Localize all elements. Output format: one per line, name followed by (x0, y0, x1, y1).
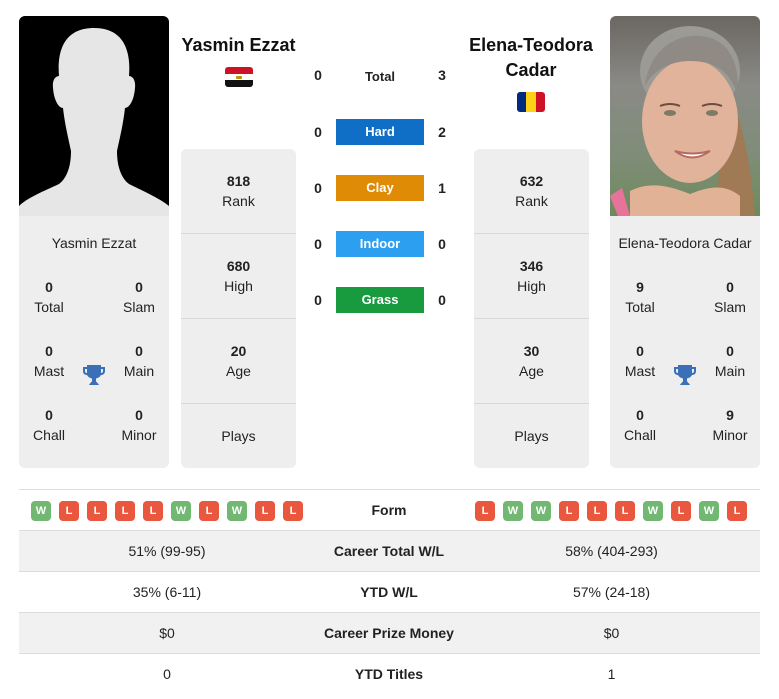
player1-card-name: Yasmin Ezzat (51, 235, 137, 251)
player1-value: 51% (99-95) (128, 543, 206, 559)
player1-high: 680 High (181, 234, 296, 319)
silhouette-icon (19, 28, 169, 216)
surface-grass-badge[interactable]: Grass (336, 287, 424, 313)
player1-stats: 818 Rank 680 High 20 Age Plays (181, 149, 296, 468)
h2h-indoor-row: 0 Indoor 0 (306, 231, 456, 257)
form-loss-badge[interactable]: L (143, 501, 163, 521)
table-row: $0 Career Prize Money $0 (19, 612, 760, 653)
form-loss-badge[interactable]: L (587, 501, 607, 521)
player2-value: 58% (404-293) (565, 543, 658, 559)
player1-value: 35% (6-11) (132, 584, 202, 600)
form-loss-badge[interactable]: L (727, 501, 747, 521)
player2-value: 57% (24-18) (572, 584, 651, 600)
row-label: YTD Titles (354, 666, 424, 682)
table-row: 51% (99-95) Career Total W/L 58% (404-29… (19, 530, 760, 571)
player2-titles-main: 0 Main (714, 343, 746, 379)
player1-titles: 0 Total 0 Slam 0 Mast 0 Main 0 Chall 0 M… (19, 251, 169, 451)
player2-rank: 632 Rank (474, 149, 589, 234)
form-win-badge[interactable]: W (699, 501, 719, 521)
table-row: 35% (6-11) YTD W/L 57% (24-18) (19, 571, 760, 612)
form-win-badge[interactable]: W (643, 501, 663, 521)
player1-titles-slam: 0 Slam (123, 279, 155, 315)
player2-titles-chall: 0 Chall (624, 407, 656, 443)
surface-indoor-badge[interactable]: Indoor (336, 231, 424, 257)
form-loss-badge[interactable]: L (283, 501, 303, 521)
table-row: 0 YTD Titles 1 (19, 653, 760, 694)
player2-titles-minor: 9 Minor (712, 407, 748, 443)
player2-name[interactable]: Elena-Teodora Cadar (462, 33, 600, 83)
player2-age: 30 Age (474, 319, 589, 404)
romania-flag-icon (517, 92, 545, 112)
player2-titles-mast: 0 Mast (624, 343, 656, 379)
trophy-icon (674, 365, 696, 385)
form-row: WLLLLWLWLL Form LWWLLLWLWL (19, 489, 760, 530)
form-win-badge[interactable]: W (531, 501, 551, 521)
form-loss-badge[interactable]: L (255, 501, 275, 521)
form-loss-badge[interactable]: L (615, 501, 635, 521)
form-loss-badge[interactable]: L (671, 501, 691, 521)
player2-form: LWWLLLWLWL (475, 501, 747, 521)
player1-rank: 818 Rank (181, 149, 296, 234)
player1-name[interactable]: Yasmin Ezzat (170, 33, 307, 58)
player1-card: Yasmin Ezzat 0 Total 0 Slam 0 Mast 0 Mai… (19, 16, 169, 468)
row-label: YTD W/L (360, 584, 418, 600)
form-loss-badge[interactable]: L (559, 501, 579, 521)
player2-photo (610, 16, 760, 216)
form-label: Form (371, 502, 407, 518)
h2h-grass-row: 0 Grass 0 (306, 287, 456, 313)
player1-value: $0 (159, 625, 175, 641)
surface-total-label: Total (364, 69, 396, 84)
surface-clay-badge[interactable]: Clay (336, 175, 424, 201)
form-loss-badge[interactable]: L (115, 501, 135, 521)
h2h-clay-row: 0 Clay 1 (306, 175, 456, 201)
h2h-hard-row: 0 Hard 2 (306, 119, 456, 145)
player2-plays: Plays (514, 428, 549, 444)
player2-value: $0 (603, 625, 620, 641)
player1-form: WLLLLWLWLL (31, 501, 303, 521)
trophy-icon (83, 365, 105, 385)
player2-titles: 9 Total 0 Slam 0 Mast 0 Main 0 Chall 9 M… (610, 251, 760, 451)
player2-value: 1 (607, 666, 616, 682)
player1-titles-total: 0 Total (34, 279, 64, 315)
form-loss-badge[interactable]: L (475, 501, 495, 521)
form-loss-badge[interactable]: L (199, 501, 219, 521)
form-loss-badge[interactable]: L (59, 501, 79, 521)
player2-card-name: Elena-Teodora Cadar (618, 235, 752, 251)
player1-titles-minor: 0 Minor (121, 407, 157, 443)
form-win-badge[interactable]: W (503, 501, 523, 521)
player1-titles-chall: 0 Chall (33, 407, 65, 443)
h2h-total-row: 0 Total 3 (306, 62, 456, 88)
player2-titles-slam: 0 Slam (714, 279, 746, 315)
egypt-flag-icon (225, 67, 253, 87)
player2-card: Elena-Teodora Cadar 9 Total 0 Slam 0 Mas… (610, 16, 760, 468)
row-label: Career Total W/L (333, 543, 445, 559)
surface-hard-badge[interactable]: Hard (336, 119, 424, 145)
comparison-table: WLLLLWLWLL Form LWWLLLWLWL 51% (99-95) C… (19, 489, 760, 694)
player1-titles-mast: 0 Mast (33, 343, 65, 379)
player1-titles-main: 0 Main (123, 343, 155, 379)
player1-value: 0 (163, 666, 171, 682)
player1-age: 20 Age (181, 319, 296, 404)
player1-plays: Plays (221, 428, 256, 444)
portrait-image (610, 26, 755, 216)
player2-titles-total: 9 Total (625, 279, 655, 315)
form-win-badge[interactable]: W (171, 501, 191, 521)
player2-high: 346 High (474, 234, 589, 319)
form-win-badge[interactable]: W (227, 501, 247, 521)
form-loss-badge[interactable]: L (87, 501, 107, 521)
player2-stats: 632 Rank 346 High 30 Age Plays (474, 149, 589, 468)
form-win-badge[interactable]: W (31, 501, 51, 521)
row-label: Career Prize Money (324, 625, 454, 641)
player1-photo (19, 16, 169, 216)
